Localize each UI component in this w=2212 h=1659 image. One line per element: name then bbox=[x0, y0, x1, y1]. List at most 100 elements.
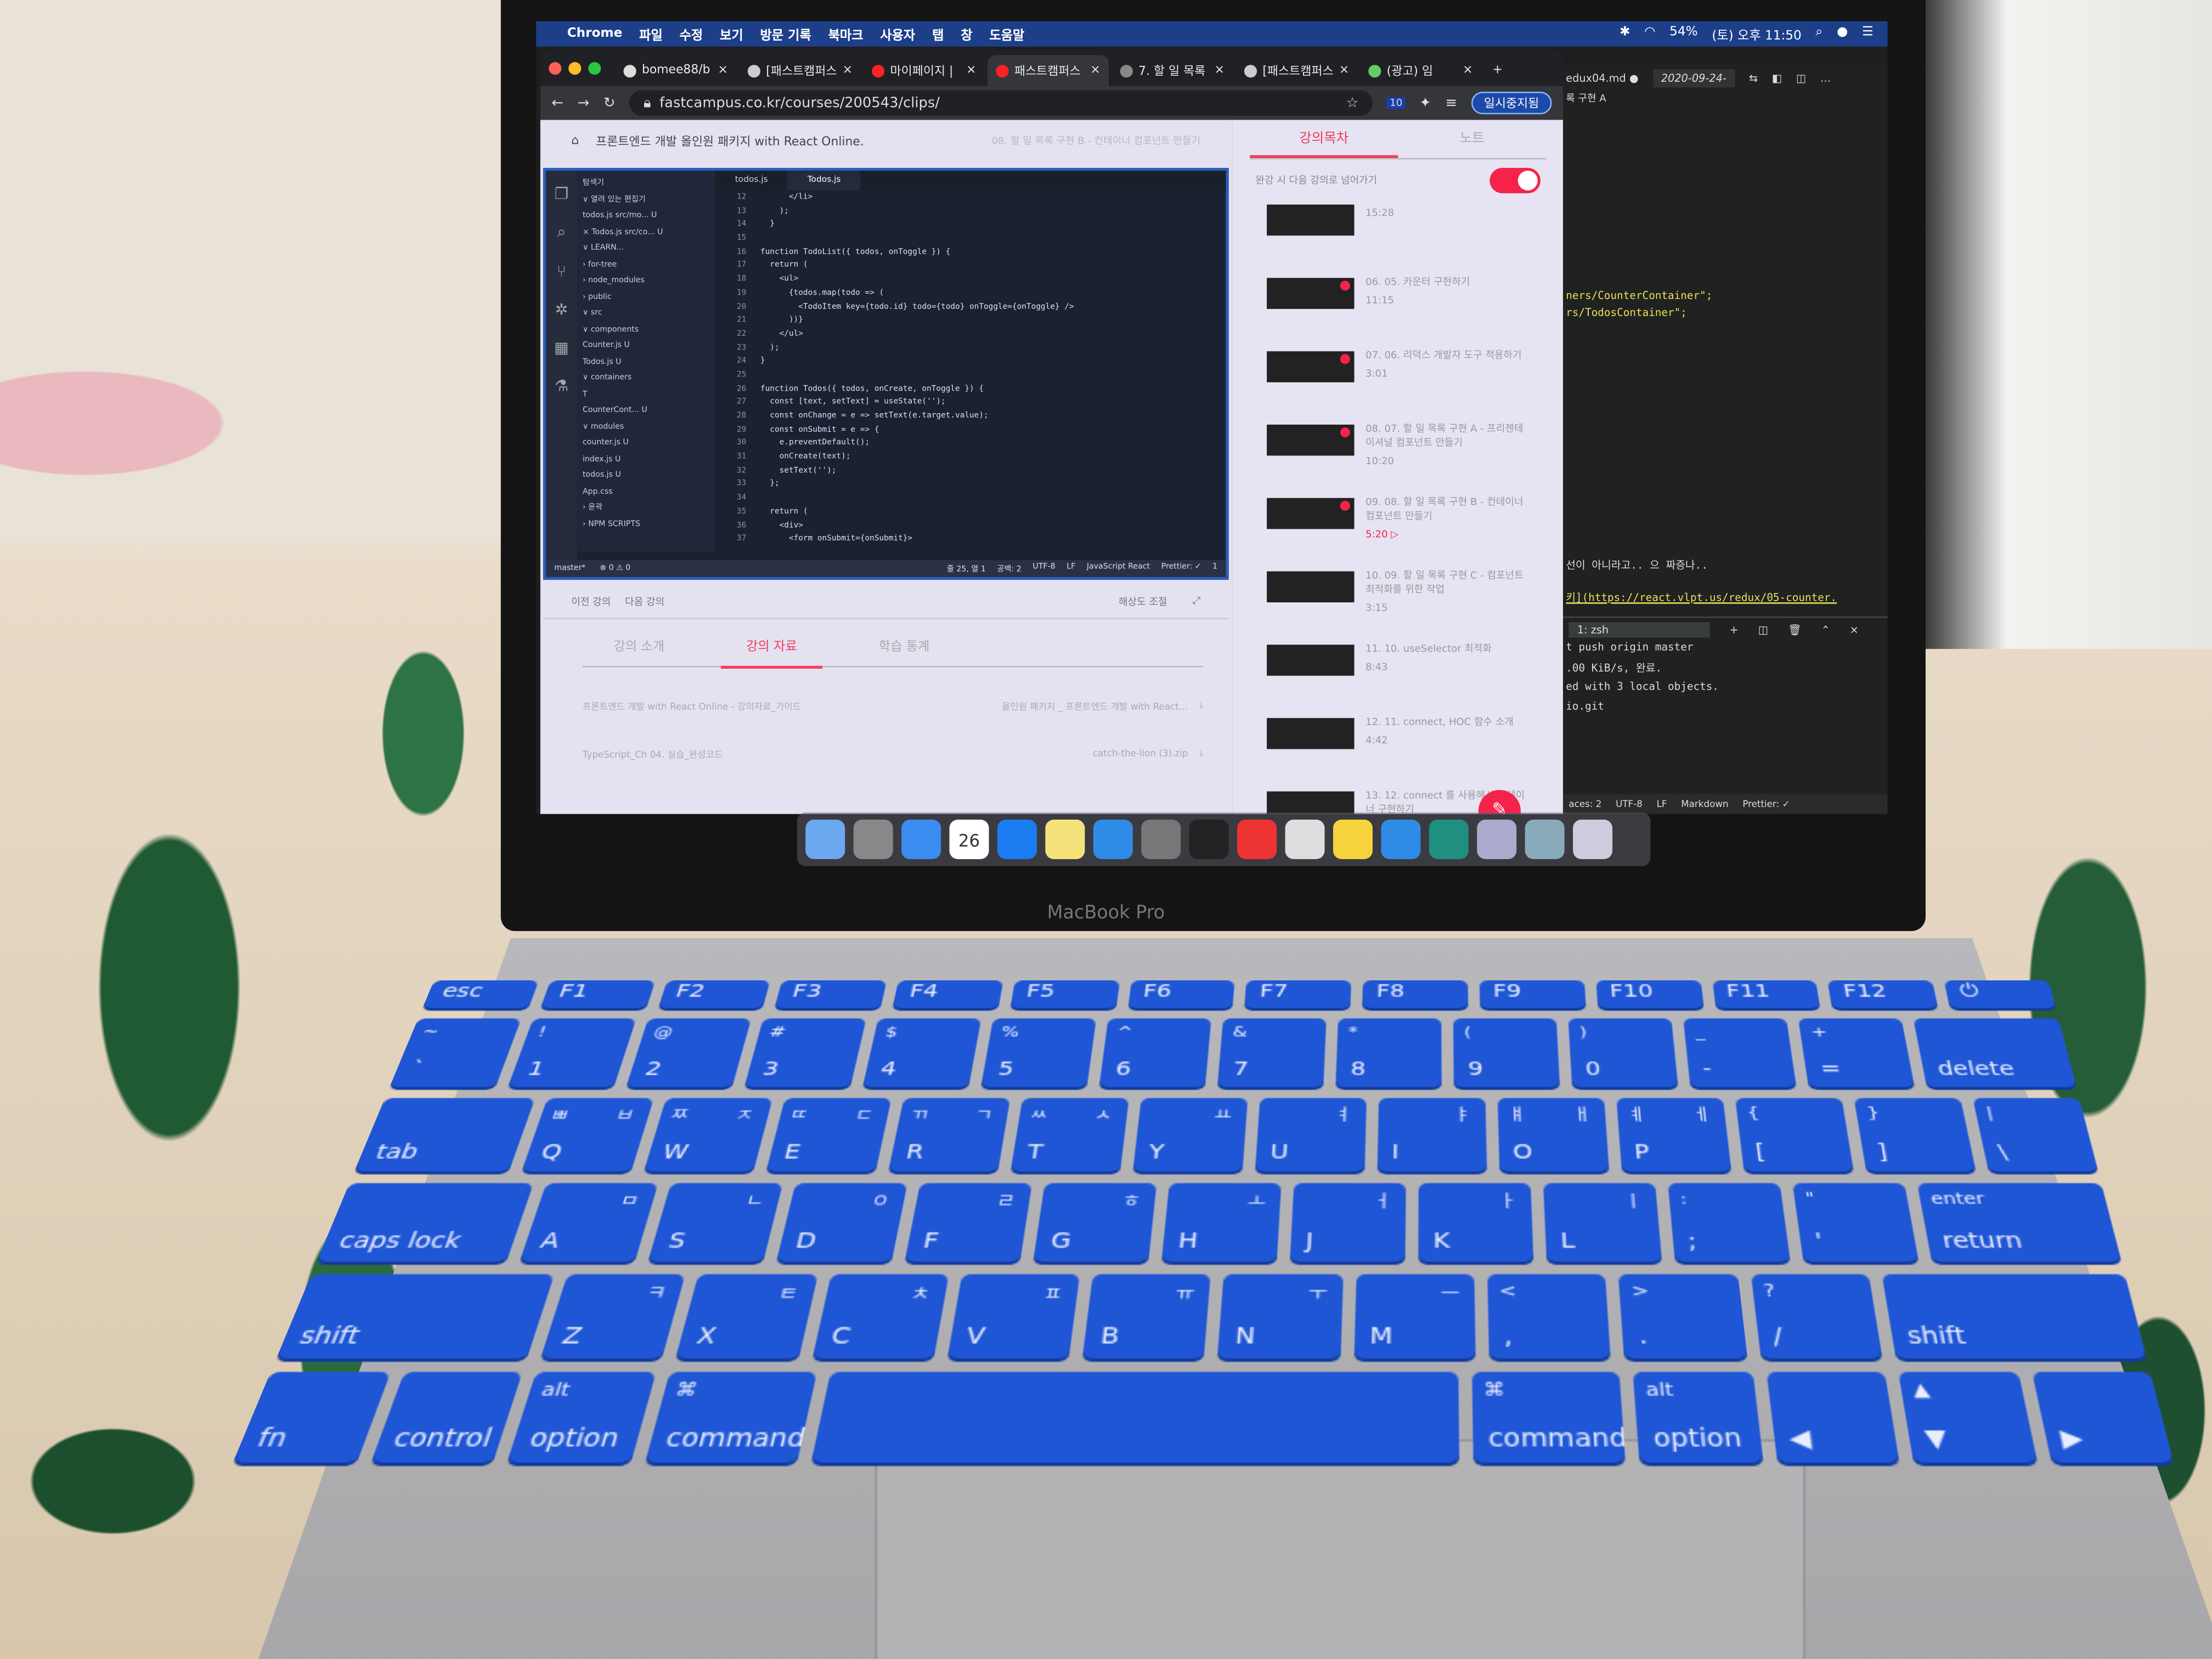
menu-item[interactable]: 북마크 bbox=[828, 25, 864, 43]
key[interactable]: >. bbox=[1618, 1274, 1747, 1359]
close-tab-icon[interactable]: × bbox=[1090, 64, 1100, 78]
lesson-thumbnail[interactable] bbox=[1267, 278, 1355, 309]
tab-title[interactable]: 7. 할 일 목록 bbox=[1138, 62, 1205, 79]
key[interactable]: ㄹF bbox=[905, 1183, 1032, 1262]
key[interactable]: " ' bbox=[1792, 1183, 1919, 1262]
key[interactable]: * 8 bbox=[1336, 1018, 1442, 1087]
notification-center-icon[interactable]: ☰ bbox=[1862, 25, 1874, 43]
key[interactable]: % 5 bbox=[981, 1018, 1097, 1087]
menu-app[interactable]: Chrome bbox=[567, 27, 623, 41]
key[interactable]: F10 bbox=[1595, 980, 1703, 1008]
key[interactable]: shift bbox=[1881, 1274, 2147, 1359]
video-player[interactable]: ❐ ⌕ ⑂ ✲ ▦ ⚗ 탐색기 ∨ 열려 있는 편집기 todos.js src/mo...… bbox=[543, 167, 1229, 580]
zoom-window-button[interactable] bbox=[588, 62, 601, 75]
menu-item[interactable]: 도움말 bbox=[989, 25, 1024, 43]
clock[interactable]: (토) 오후 11:50 bbox=[1712, 25, 1801, 43]
key[interactable]: :; bbox=[1668, 1183, 1791, 1262]
more-icon[interactable]: … bbox=[1820, 71, 1831, 84]
sidebar-tab[interactable]: 노트 bbox=[1398, 120, 1546, 158]
new-tab-button[interactable]: + bbox=[1484, 55, 1512, 86]
key[interactable]: F9 bbox=[1479, 980, 1586, 1008]
key[interactable]: caps lock bbox=[317, 1183, 534, 1262]
key[interactable]: F11 bbox=[1712, 980, 1821, 1008]
browser-tab[interactable]: bomee88/b × bbox=[615, 55, 736, 86]
tab-title[interactable]: 패스트캠퍼스 bbox=[1014, 62, 1081, 79]
key[interactable]: {[ bbox=[1735, 1098, 1854, 1172]
key[interactable]: F6 bbox=[1127, 980, 1236, 1008]
url-text[interactable]: fastcampus.co.kr/courses/200543/clips/ bbox=[659, 95, 940, 111]
sidebar-tab[interactable]: 강의목차 bbox=[1250, 120, 1398, 158]
next-lesson-button[interactable]: 다음 강의 bbox=[625, 595, 664, 609]
menu-item[interactable]: 탭 bbox=[932, 25, 944, 43]
vscode-insiders-dock-icon[interactable] bbox=[1429, 819, 1469, 859]
content-tab[interactable]: 학습 통계 bbox=[879, 636, 930, 654]
key[interactable]: F7 bbox=[1245, 980, 1352, 1008]
profile-button[interactable]: 일시중지됨 bbox=[1471, 92, 1552, 115]
close-tab-icon[interactable]: × bbox=[1463, 64, 1472, 78]
trash-dock-icon[interactable] bbox=[1573, 819, 1613, 859]
material-name[interactable]: TypeScript_Ch 04. 실습_완성코드 bbox=[583, 746, 723, 760]
tab-title[interactable]: [패스트캠퍼스 bbox=[1262, 62, 1333, 79]
address-bar[interactable]: 🔒︎ fastcampus.co.kr/courses/200543/clips… bbox=[629, 90, 1373, 116]
key[interactable]: F2 bbox=[657, 980, 771, 1008]
key[interactable]: ㅛY bbox=[1132, 1098, 1248, 1172]
browser-tab[interactable]: 7. 할 일 목록 × bbox=[1111, 55, 1233, 86]
key[interactable]: ㅣL bbox=[1543, 1183, 1662, 1262]
key[interactable]: + = bbox=[1798, 1018, 1916, 1087]
key[interactable]: ㅉ ㅈ W bbox=[643, 1098, 772, 1172]
menu-item[interactable]: 수정 bbox=[680, 25, 703, 43]
key[interactable]: ㅕU bbox=[1254, 1098, 1367, 1172]
key[interactable]: ㅁA bbox=[519, 1183, 658, 1262]
kakaotalk-dock-icon[interactable] bbox=[1333, 819, 1373, 859]
key[interactable]: $4 bbox=[862, 1018, 982, 1087]
key[interactable]: delete bbox=[1914, 1018, 2076, 1087]
prev-lesson-button[interactable]: 이전 강의 bbox=[571, 595, 611, 609]
layout-icon[interactable]: ◫ bbox=[1796, 71, 1806, 84]
maximize-panel-icon[interactable]: ⌃ bbox=[1821, 623, 1830, 635]
key[interactable]: ⌘ command bbox=[1471, 1372, 1626, 1463]
key[interactable] bbox=[810, 1372, 1459, 1463]
key[interactable]: ㅗH bbox=[1161, 1183, 1282, 1262]
extension-badge[interactable]: 10 bbox=[1387, 97, 1406, 109]
key[interactable]: <, bbox=[1487, 1274, 1612, 1359]
key[interactable]: ㅌX bbox=[676, 1274, 817, 1359]
key[interactable]: ㄸ ㄷ E bbox=[765, 1098, 891, 1172]
bluetooth-icon[interactable]: ✱ bbox=[1620, 25, 1630, 43]
virtualbox-dock-icon[interactable] bbox=[1285, 819, 1325, 859]
key[interactable]: ▶ bbox=[2031, 1372, 2174, 1463]
key[interactable]: | \ bbox=[1972, 1098, 2098, 1172]
home-icon[interactable]: ⌂ bbox=[571, 134, 579, 148]
key[interactable]: ㅆ ㅅ T bbox=[1009, 1098, 1129, 1172]
wifi-icon[interactable]: ◠ bbox=[1644, 25, 1655, 43]
reload-icon[interactable]: ↻ bbox=[603, 95, 616, 111]
key[interactable]: ㅇD bbox=[776, 1183, 908, 1262]
lesson-item[interactable]: 08. 07. 할 일 목록 구현 A - 프리젠테이셔널 컴포넌트 만들기 10… bbox=[1233, 422, 1563, 495]
close-tab-icon[interactable]: × bbox=[718, 64, 728, 78]
close-tab-icon[interactable]: × bbox=[843, 64, 853, 78]
tab-title[interactable]: [패스트캠퍼스 bbox=[766, 62, 837, 79]
forward-icon[interactable]: → bbox=[578, 95, 590, 111]
browser-tab[interactable]: (광고) 임 × bbox=[1360, 55, 1481, 86]
code-link[interactable]: 키](https://react.vlpt.us/redux/05-counte… bbox=[1566, 590, 1837, 605]
key[interactable]: shift bbox=[276, 1274, 555, 1359]
key[interactable]: ㅠB bbox=[1082, 1274, 1212, 1359]
lesson-thumbnail[interactable] bbox=[1267, 204, 1355, 236]
lesson-thumbnail[interactable] bbox=[1267, 718, 1355, 749]
key[interactable]: enter return bbox=[1917, 1183, 2122, 1262]
key[interactable]: ㅃ ㅂ Q bbox=[521, 1098, 653, 1172]
lesson-item[interactable]: 10. 09. 할 일 목록 구현 C - 컴포넌트 최적화를 위한 작업 3:1… bbox=[1233, 568, 1563, 642]
key[interactable]: ! 1 bbox=[507, 1018, 637, 1087]
preview-dock-icon[interactable] bbox=[1477, 819, 1517, 859]
key[interactable]: ~ ` bbox=[390, 1018, 522, 1087]
back-icon[interactable]: ← bbox=[551, 95, 563, 111]
key[interactable]: ㅍV bbox=[947, 1274, 1080, 1359]
key[interactable]: ㅊC bbox=[811, 1274, 949, 1359]
autoplay-toggle[interactable] bbox=[1489, 167, 1541, 194]
lesson-thumbnail[interactable] bbox=[1267, 424, 1355, 456]
menu-item[interactable]: 창 bbox=[961, 25, 972, 43]
editor-tab[interactable]: edux04.md ● bbox=[1566, 71, 1638, 84]
close-tab-icon[interactable]: × bbox=[1339, 64, 1349, 78]
tab-title[interactable]: (광고) 임 bbox=[1387, 62, 1433, 79]
tab-title[interactable]: bomee88/b bbox=[642, 64, 710, 78]
extensions-puzzle-icon[interactable]: ✦ bbox=[1419, 95, 1431, 111]
